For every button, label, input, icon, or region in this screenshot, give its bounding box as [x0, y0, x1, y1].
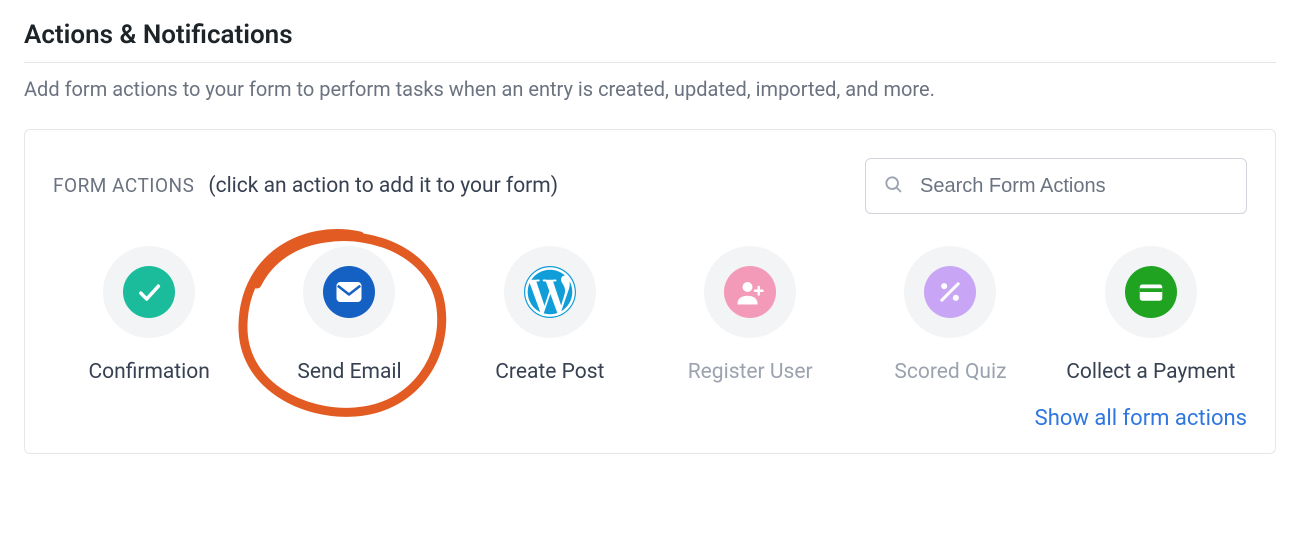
action-scored-quiz[interactable]: Scored Quiz: [854, 246, 1046, 386]
action-send-email[interactable]: Send Email: [253, 246, 445, 386]
card-icon: [1125, 266, 1177, 318]
action-confirmation[interactable]: Confirmation: [53, 246, 245, 386]
show-all-link[interactable]: Show all form actions: [1035, 406, 1247, 431]
icon-disc: [303, 246, 395, 338]
action-create-post[interactable]: Create Post: [454, 246, 646, 386]
action-collect-payment[interactable]: Collect a Payment: [1055, 246, 1247, 386]
section-divider: [24, 62, 1276, 63]
section-title: Actions & Notifications: [24, 20, 1276, 62]
search-input[interactable]: [865, 158, 1247, 214]
icon-disc: [1105, 246, 1197, 338]
panel-header-left: FORM ACTIONS (click an action to add it …: [53, 174, 558, 198]
action-register-user[interactable]: Register User: [654, 246, 846, 386]
action-label: Confirmation: [88, 358, 209, 386]
show-all-row: Show all form actions: [53, 406, 1247, 431]
panel-hint: (click an action to add it to your form): [208, 174, 558, 198]
action-label: Register User: [688, 358, 813, 386]
form-actions-panel: FORM ACTIONS (click an action to add it …: [24, 129, 1276, 454]
icon-disc: [504, 246, 596, 338]
panel-label: FORM ACTIONS: [53, 174, 194, 197]
mail-icon: [323, 266, 375, 318]
search-wrap: [865, 158, 1247, 214]
check-icon: [123, 266, 175, 318]
actions-row: Confirmation Send Email Create Post: [53, 246, 1247, 386]
icon-disc: [704, 246, 796, 338]
wordpress-icon: [524, 266, 576, 318]
section-description: Add form actions to your form to perform…: [24, 77, 1276, 101]
action-label: Create Post: [495, 358, 604, 386]
action-label: Send Email: [297, 358, 401, 386]
user-add-icon: [724, 266, 776, 318]
panel-header: FORM ACTIONS (click an action to add it …: [53, 158, 1247, 214]
percent-icon: [924, 266, 976, 318]
icon-disc: [904, 246, 996, 338]
action-label: Collect a Payment: [1066, 358, 1235, 386]
icon-disc: [103, 246, 195, 338]
action-label: Scored Quiz: [894, 358, 1006, 386]
